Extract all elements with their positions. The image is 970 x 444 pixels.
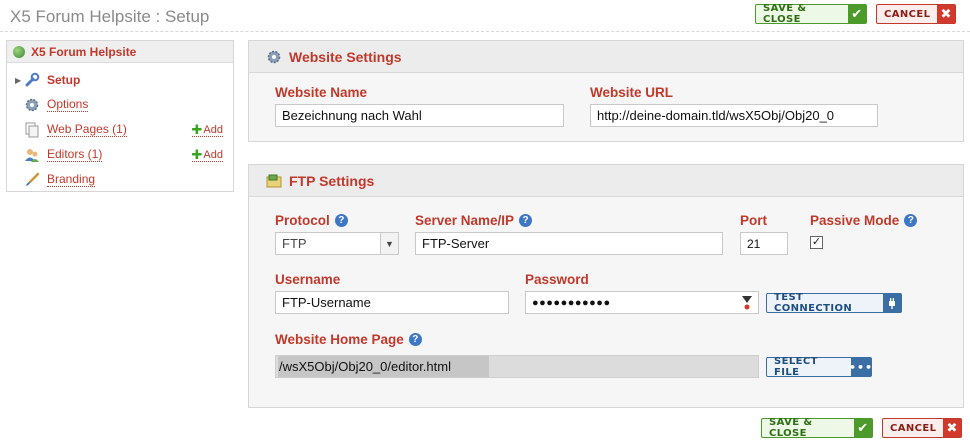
cancel-button-bottom[interactable]: CANCEL ✖ [882, 418, 962, 438]
ftp-settings-header: FTP Settings [249, 165, 963, 197]
username-input[interactable]: FTP-Username [275, 291, 509, 314]
chevron-down-icon[interactable]: ▼ [380, 233, 398, 254]
website-home-page-field: /wsX5Obj/Obj20_0/editor.html [275, 355, 759, 378]
sidebar-item-web-pages[interactable]: Web Pages (1) ✚ Add [15, 120, 229, 140]
protocol-select[interactable]: FTP ▼ [275, 232, 399, 255]
gear-icon [265, 48, 283, 66]
password-input[interactable]: ●●●●●●●●●●● [525, 291, 759, 314]
check-icon: ✔ [847, 5, 866, 23]
server-icon [265, 172, 283, 190]
page-title: X5 Forum Helpsite : Setup [10, 7, 210, 26]
server-label: Server Name/IP? [415, 213, 533, 228]
password-strength-icon [741, 295, 753, 310]
website-url-input[interactable]: http://deine-domain.tld/wsX5Obj/Obj20_0 [590, 104, 878, 127]
website-name-label: Website Name [275, 85, 368, 100]
ftp-settings-panel: FTP Settings Protocol? FTP ▼ Server Name… [248, 164, 964, 408]
website-settings-panel: Website Settings Website Name Bezeichnun… [248, 40, 964, 142]
help-icon[interactable]: ? [334, 214, 348, 227]
cancel-button-top[interactable]: CANCEL ✖ [876, 4, 956, 24]
passive-mode-label: Passive Mode? [810, 213, 918, 228]
ellipsis-icon: ••• [849, 358, 872, 376]
wrench-icon [23, 72, 41, 88]
passive-mode-checkbox[interactable]: ✓ [810, 236, 823, 249]
users-icon [23, 147, 41, 163]
sidebar-item-branding[interactable]: Branding [15, 170, 229, 190]
sidebar-item-setup[interactable]: ▶ Setup [15, 70, 229, 90]
sidebar: X5 Forum Helpsite ▶ Setup Options Web Pa… [6, 40, 234, 192]
add-web-page-link[interactable]: ✚ Add [191, 121, 223, 137]
website-url-label: Website URL [590, 85, 674, 100]
password-label: Password [525, 272, 589, 287]
save-close-button-bottom[interactable]: SAVE & CLOSE ✔ [761, 417, 873, 439]
save-close-button-top[interactable]: SAVE & CLOSE ✔ [755, 3, 867, 25]
add-editor-link[interactable]: ✚ Add [191, 146, 223, 162]
plug-icon [882, 294, 901, 312]
help-icon[interactable]: ? [904, 214, 918, 227]
plus-icon: ✚ [191, 146, 203, 162]
brush-icon [23, 172, 41, 188]
pages-icon [23, 122, 41, 138]
gear-icon [23, 97, 41, 113]
select-file-button[interactable]: SELECT FILE ••• [766, 356, 872, 378]
help-icon[interactable]: ? [519, 214, 533, 227]
website-home-page-label: Website Home Page? [275, 332, 422, 347]
protocol-label: Protocol? [275, 213, 348, 228]
sidebar-item-editors[interactable]: Editors (1) ✚ Add [15, 145, 229, 165]
help-icon[interactable]: ? [408, 333, 422, 346]
port-input[interactable]: 21 [740, 232, 788, 255]
website-settings-header: Website Settings [249, 41, 963, 73]
plus-icon: ✚ [191, 121, 203, 137]
sidebar-root[interactable]: X5 Forum Helpsite [7, 41, 233, 63]
test-connection-button[interactable]: TEST CONNECTION [766, 292, 902, 314]
sidebar-item-options[interactable]: Options [15, 95, 229, 115]
server-input[interactable]: FTP-Server [415, 232, 723, 255]
expand-arrow-icon[interactable]: ▶ [15, 76, 23, 85]
close-icon: ✖ [937, 5, 955, 23]
website-name-input[interactable]: Bezeichnung nach Wahl [275, 104, 564, 127]
check-icon: ✔ [853, 419, 872, 437]
username-label: Username [275, 272, 341, 287]
close-icon: ✖ [943, 419, 961, 437]
port-label: Port [740, 213, 767, 228]
globe-icon [13, 45, 25, 58]
